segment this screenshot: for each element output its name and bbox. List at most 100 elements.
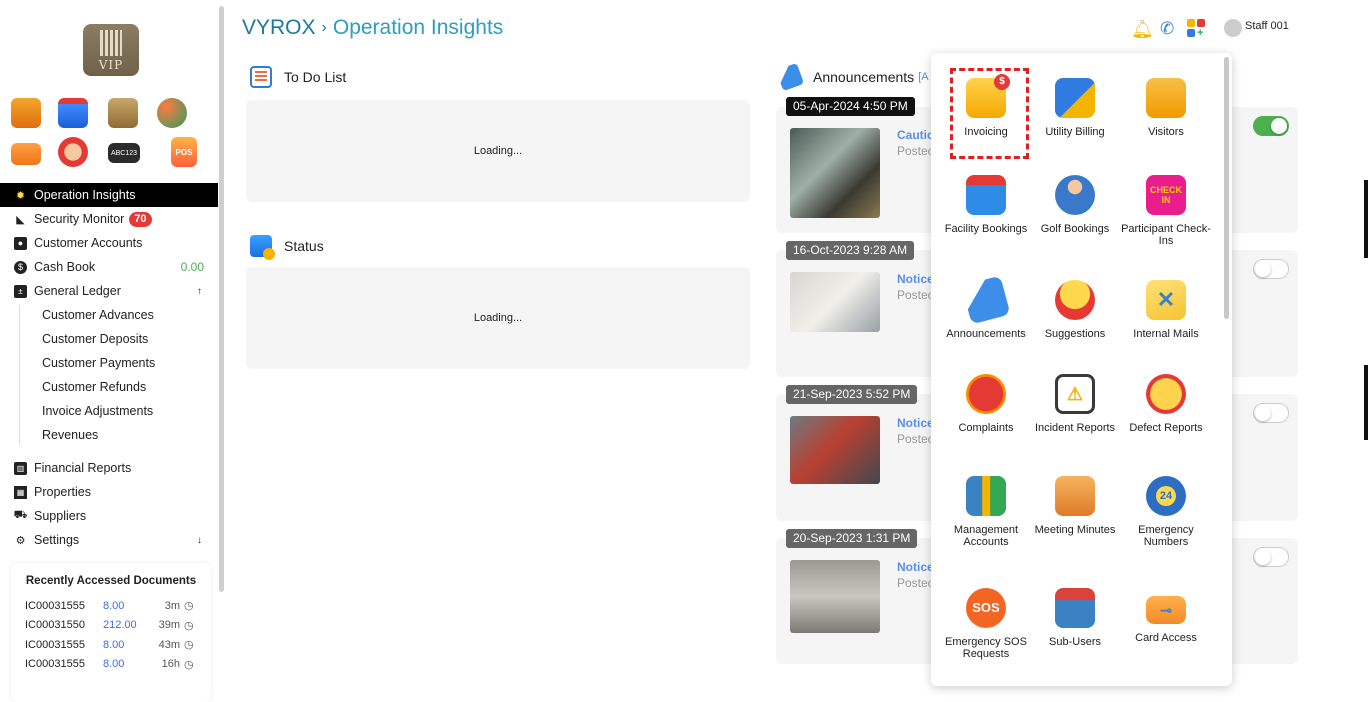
building-small-icon: ▦ [14,485,27,499]
bell-icon[interactable]: 🔔︎ [1131,19,1154,39]
sidebar-item-suppliers[interactable]: ⛟ Suppliers [0,504,218,528]
recent-document-row[interactable]: IC00031555 8.00 16h ◷ [11,655,211,675]
app-tile-emergency-numbers[interactable]: 24 Emergency Numbers [1121,476,1211,548]
logo-text: VIP [98,58,124,72]
sidebar-subitem-customer-advances[interactable]: Customer Advances [0,303,218,327]
app-tile-facility-bookings[interactable]: Facility Bookings [941,175,1031,235]
abc123-icon[interactable]: ABC123 [108,143,140,163]
apps-menu-scrollbar[interactable] [1224,57,1229,319]
announcement-toggle[interactable] [1253,259,1289,279]
document-amount[interactable]: 8.00 [103,658,148,670]
announcement-title[interactable]: Notice [897,416,934,430]
announcement-toggle[interactable] [1253,547,1289,567]
sidebar-subitem-revenues[interactable]: Revenues [0,423,218,447]
page-edge [1364,365,1368,440]
app-tile-visitors[interactable]: Visitors [1121,78,1211,138]
app-tile-emergency-sos-requests[interactable]: SOS Emergency SOS Requests [941,588,1031,660]
app-tile-label: Incident Reports [1034,422,1116,434]
announcement-thumbnail[interactable] [790,560,880,633]
announcement-posted: Postec [897,144,934,158]
sidebar-item-financial-reports[interactable]: ▥ Financial Reports [0,456,218,480]
sidebar-subitem-label: Customer Payments [42,356,156,370]
app-tile-internal-mails[interactable]: ✕ Internal Mails [1121,280,1211,340]
document-amount[interactable]: 8.00 [103,639,148,651]
app-tile-utility-billing[interactable]: Utility Billing [1030,78,1120,138]
defect-badge-icon [1146,374,1186,414]
sidebar-item-general-ledger[interactable]: ± General Ledger ↑ [0,279,218,303]
face-scan-icon[interactable] [58,137,88,167]
announcement-title[interactable]: Cautic [897,128,934,142]
golfer-icon [1055,175,1095,215]
avatar[interactable] [1224,19,1242,37]
sidebar-item-label: Financial Reports [34,461,132,475]
clock-icon: ◷ [184,600,194,613]
sidebar-item-properties[interactable]: ▦ Properties [0,480,218,504]
announcement-thumbnail[interactable] [790,416,880,484]
app-tile-management-accounts[interactable]: Management Accounts [941,476,1031,548]
pos-icon[interactable]: POS [171,137,197,167]
sidebar-item-customer-accounts[interactable]: ● Customer Accounts [0,231,218,255]
card-icon[interactable] [11,143,41,165]
app-tile-suggestions[interactable]: Suggestions [1030,280,1120,340]
sidebar-item-settings[interactable]: ⚙ Settings ↓ [0,528,218,552]
app-tile-sub-users[interactable]: Sub-Users [1030,588,1120,648]
announcement-title[interactable]: Notice [897,560,934,574]
recent-document-row[interactable]: IC00031555 8.00 43m ◷ [11,635,211,655]
building-icon[interactable] [11,98,41,128]
app-tile-golf-bookings[interactable]: Golf Bookings [1030,175,1120,235]
announcement-title[interactable]: Notice [897,272,934,286]
announcement-toggle[interactable] [1253,116,1289,136]
app-tile-participant-check-ins[interactable]: CHECK IN Participant Check-Ins [1121,175,1211,247]
recent-document-row[interactable]: IC00031550 212.00 39m ◷ [11,616,211,636]
status-icon [250,235,275,260]
sidebar-subitem-customer-refunds[interactable]: Customer Refunds [0,375,218,399]
sidebar-item-operation-insights[interactable]: ✹ Operation Insights [0,183,218,207]
submenu-guide-line [19,305,20,445]
app-tile-label: Emergency SOS Requests [945,636,1027,660]
sidebar-subitem-label: Invoice Adjustments [42,404,154,418]
phone-24-text: 24 [1156,486,1176,506]
golf-icon[interactable] [157,98,187,128]
app-tile-incident-reports[interactable]: ⚠ Incident Reports [1030,374,1120,434]
sidebar-item-label: Properties [34,485,91,499]
brand-name[interactable]: VYROX [242,16,316,39]
clock-icon: ◷ [184,619,194,632]
phone-24-icon: 24 [1146,476,1186,516]
sidebar-subitem-invoice-adjustments[interactable]: Invoice Adjustments [0,399,218,423]
user-name[interactable]: Staff 001 [1245,20,1289,32]
sidebar-scrollbar[interactable] [219,6,224,592]
app-tile-meeting-minutes[interactable]: Meeting Minutes [1030,476,1120,536]
alert-triangle-icon: ⚠ [1066,384,1084,404]
megaphone-icon [775,62,805,92]
todo-loading-text: Loading... [473,145,523,157]
sidebar-item-security-monitor[interactable]: ◣ Security Monitor 70 [0,207,218,231]
sidebar-subitem-customer-payments[interactable]: Customer Payments [0,351,218,375]
recent-document-row[interactable]: IC00031555 8.00 3m ◷ [11,596,211,616]
app-tile-announcements[interactable]: Announcements [941,275,1031,340]
app-tile-label: Suggestions [1044,328,1106,340]
announcement-posted: Postec [897,432,934,446]
sidebar-subitem-customer-deposits[interactable]: Customer Deposits [0,327,218,351]
alert-count-badge: 70 [129,211,152,227]
toggle-knob [1255,261,1271,277]
app-tile-card-access[interactable]: ⊸ Card Access [1121,588,1211,644]
vip-logo[interactable]: VIP [83,24,139,76]
announcement-posted: Postec [897,288,934,302]
announcement-thumbnail[interactable] [790,272,880,332]
announcements-link[interactable]: [A [918,71,928,83]
apps-grid-icon[interactable]: + [1187,19,1207,39]
document-amount[interactable]: 8.00 [103,600,148,612]
announcement-thumbnail[interactable] [790,128,880,218]
sidebar-item-cash-book[interactable]: $ Cash Book 0.00 [0,255,218,279]
calendar-icon[interactable] [58,98,88,128]
app-tile-label: Emergency Numbers [1138,524,1194,548]
visitor-badge-icon [1146,78,1186,118]
announcement-toggle[interactable] [1253,403,1289,423]
collapse-arrow-icon[interactable]: ↑ [197,286,202,297]
app-tile-defect-reports[interactable]: Defect Reports [1121,374,1211,434]
phone-icon[interactable]: ✆ [1160,19,1180,39]
bank-icon[interactable] [108,98,138,128]
app-tile-complaints[interactable]: Complaints [941,374,1031,434]
document-amount[interactable]: 212.00 [103,619,148,631]
expand-arrow-icon[interactable]: ↓ [197,535,202,546]
